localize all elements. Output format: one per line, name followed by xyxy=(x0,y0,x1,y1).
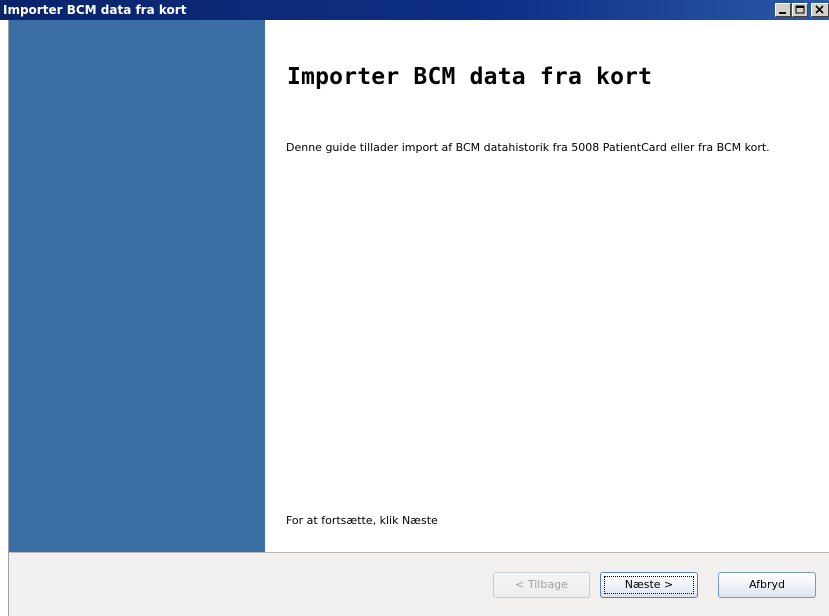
wizard-description: Denne guide tillader import af BCM datah… xyxy=(286,141,770,154)
close-button[interactable] xyxy=(811,3,829,17)
continue-hint: For at fortsætte, klik Næste xyxy=(286,514,438,527)
maximize-button[interactable] xyxy=(792,3,808,17)
minimize-icon xyxy=(779,12,786,14)
title-bar[interactable]: Importer BCM data fra kort xyxy=(0,0,829,20)
page-title: Importer BCM data fra kort xyxy=(287,64,653,90)
wizard-sidebar-banner xyxy=(9,20,265,552)
cancel-button[interactable]: Afbryd xyxy=(718,572,816,598)
wizard-window: Importer BCM data fra kort Importer BCM … xyxy=(0,0,829,616)
close-icon xyxy=(815,5,824,14)
minimize-button[interactable] xyxy=(775,3,791,17)
window-title: Importer BCM data fra kort xyxy=(3,3,187,17)
wizard-footer xyxy=(9,552,829,616)
next-button[interactable]: Næste > xyxy=(600,572,698,598)
back-button[interactable]: < Tilbage xyxy=(493,572,590,598)
maximize-icon xyxy=(795,5,805,14)
wizard-content-panel xyxy=(265,20,829,552)
next-button-label: Næste > xyxy=(624,578,674,591)
